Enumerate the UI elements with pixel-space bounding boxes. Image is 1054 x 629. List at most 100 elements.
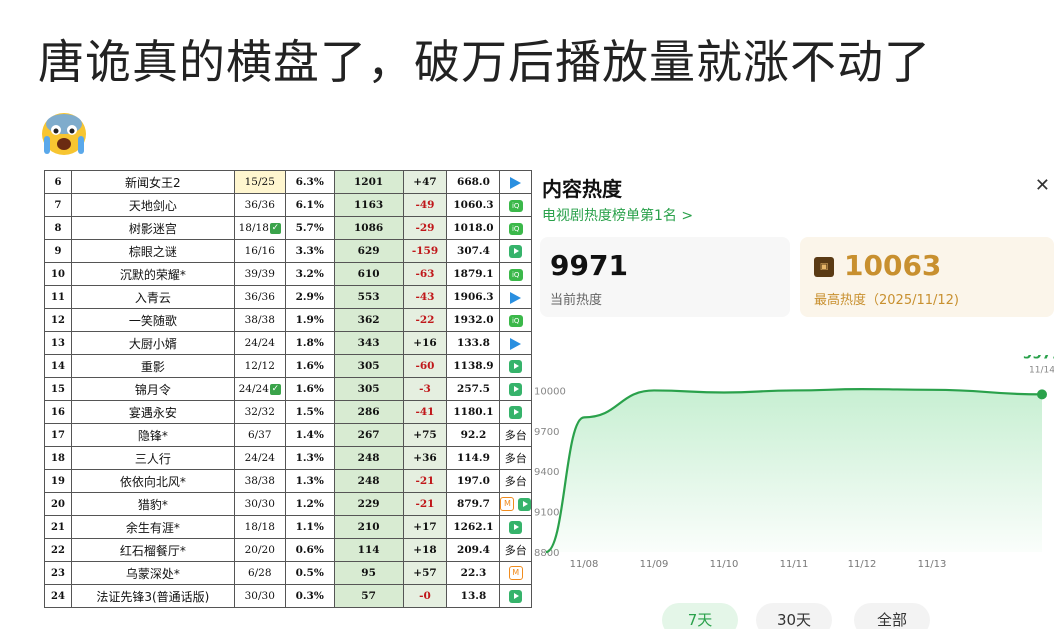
rank-cell: 14	[44, 354, 72, 378]
ranking-table-image: 6 新闻女王2 15/25 6.3% 1201 +47 668.0 7 天地剑心 36/36 6.1…	[44, 170, 532, 629]
episodes-cell: 15/25	[233, 170, 286, 194]
change-cell: +57	[402, 561, 448, 585]
episodes-cell: 39/39	[233, 262, 286, 286]
platform-cell: 多台	[499, 469, 532, 493]
episodes-cell: 18/18	[233, 515, 286, 539]
title-cell: 锦月令	[70, 377, 235, 401]
total-cell: 92.2	[446, 423, 501, 447]
rank-cell: 19	[44, 469, 72, 493]
rank-cell: 8	[44, 216, 72, 240]
total-cell: 1262.1	[446, 515, 501, 539]
title-cell: 三人行	[70, 446, 235, 470]
change-cell: -0	[402, 584, 448, 608]
heat-cell: 114	[333, 538, 404, 562]
change-cell: -49	[402, 193, 448, 217]
total-cell: 879.7	[446, 492, 501, 516]
episodes-cell: 12/12	[233, 354, 286, 378]
share-cell: 1.1%	[284, 515, 335, 539]
table-row: 8 树影迷宫 18/18 ✓ 5.7% 1086 -29 1018.0 iQ	[44, 216, 532, 240]
iqiyi-icon: iQ	[499, 193, 532, 217]
tab-range-1[interactable]: 30天	[756, 603, 832, 629]
ranking-table: 6 新闻女王2 15/25 6.3% 1201 +47 668.0 7 天地剑心 36/36 6.1…	[44, 170, 532, 608]
post-headline: 唐诡真的横盘了，破万后播放量就涨不动了	[38, 35, 931, 89]
total-cell: 1879.1	[446, 262, 501, 286]
share-cell: 1.4%	[284, 423, 335, 447]
heat-cell: 629	[333, 239, 404, 263]
total-cell: 133.8	[446, 331, 501, 355]
heat-cell: 210	[333, 515, 404, 539]
youku-icon	[499, 239, 532, 263]
tab-range-2[interactable]: 全部	[854, 603, 930, 629]
peak-heat-label: 最高热度（2025/11/12)	[814, 293, 959, 308]
tooltip-value: 9971	[1023, 355, 1054, 362]
change-cell: +17	[402, 515, 448, 539]
total-cell: 668.0	[446, 170, 501, 194]
share-cell: 6.3%	[284, 170, 335, 194]
heat-cell: 57	[333, 584, 404, 608]
youku-icon	[499, 354, 532, 378]
heat-card: 内容热度 ✕ 电视剧热度榜单第1名 > 9971 当前热度 ▣ 10063 最高…	[532, 165, 1054, 629]
heat-cell: 343	[333, 331, 404, 355]
rank-cell: 17	[44, 423, 72, 447]
total-cell: 1906.3	[446, 285, 501, 309]
check-icon: ✓	[269, 383, 281, 395]
title-cell: 一笑随歌	[70, 308, 235, 332]
check-icon: ✓	[269, 222, 281, 234]
episodes-cell: 30/30	[233, 492, 286, 516]
rank-cell: 13	[44, 331, 72, 355]
x-tick-label: 11/08	[570, 559, 599, 570]
heat-cell: 248	[333, 469, 404, 493]
rank-cell: 12	[44, 308, 72, 332]
rank-cell: 9	[44, 239, 72, 263]
heat-area-fill	[546, 389, 1042, 552]
total-cell: 257.5	[446, 377, 501, 401]
change-cell: +36	[402, 446, 448, 470]
table-row: 20 猎豹* 30/30 1.2% 229 -21 879.7 M	[44, 492, 532, 516]
share-cell: 1.3%	[284, 446, 335, 470]
table-row: 22 红石榴餐厅* 20/20 0.6% 114 +18 209.4 多台	[44, 538, 532, 562]
total-cell: 13.8	[446, 584, 501, 608]
heat-trend-chart: 10000970094009100880011/08 11/09 11/10 11/1…	[534, 355, 1054, 570]
table-row: 18 三人行 24/24 1.3% 248 +36 114.9 多台	[44, 446, 532, 470]
data-point[interactable]	[1037, 389, 1047, 400]
table-row: 21 余生有涯* 18/18 1.1% 210 +17 1262.1	[44, 515, 532, 539]
title-cell: 大厨小婿	[70, 331, 235, 355]
heat-cell: 553	[333, 285, 404, 309]
title-cell: 树影迷宫	[70, 216, 235, 240]
rank-cell: 21	[44, 515, 72, 539]
change-cell: +16	[402, 331, 448, 355]
card-title: 内容热度	[542, 177, 622, 201]
episodes-cell: 6/28	[233, 561, 286, 585]
change-cell: -60	[402, 354, 448, 378]
table-row: 15 锦月令 24/24 ✓ 1.6% 305 -3 257.5	[44, 377, 532, 401]
table-row: 9 棕眼之谜 16/16 3.3% 629 -159 307.4	[44, 239, 532, 263]
title-cell: 入青云	[70, 285, 235, 309]
rank-cell: 24	[44, 584, 72, 608]
share-cell: 1.5%	[284, 400, 335, 424]
title-cell: 天地剑心	[70, 193, 235, 217]
x-tick-label: 11/09	[640, 559, 669, 570]
change-cell: +75	[402, 423, 448, 447]
episodes-cell: 32/32	[233, 400, 286, 424]
total-cell: 209.4	[446, 538, 501, 562]
heat-cell: 248	[333, 446, 404, 470]
total-cell: 1018.0	[446, 216, 501, 240]
youku-icon	[499, 377, 532, 401]
share-cell: 6.1%	[284, 193, 335, 217]
table-row: 14 重影 12/12 1.6% 305 -60 1138.9	[44, 354, 532, 378]
rank-cell: 18	[44, 446, 72, 470]
rank-cell: 16	[44, 400, 72, 424]
ranking-link[interactable]: 电视剧热度榜单第1名 >	[542, 205, 693, 225]
rank-cell: 6	[44, 170, 72, 194]
title-cell: 余生有涯*	[70, 515, 235, 539]
heat-cell: 1201	[333, 170, 404, 194]
share-cell: 0.6%	[284, 538, 335, 562]
table-row: 12 一笑随歌 38/38 1.9% 362 -22 1932.0 iQ	[44, 308, 532, 332]
trophy-badge-icon: ▣	[814, 257, 834, 277]
close-icon[interactable]: ✕	[1035, 175, 1050, 196]
y-tick-label: 9100	[534, 508, 559, 519]
platform-cell: 多台	[499, 446, 532, 470]
tab-range-0[interactable]: 7天	[662, 603, 738, 629]
title-cell: 乌蒙深处*	[70, 561, 235, 585]
share-cell: 5.7%	[284, 216, 335, 240]
